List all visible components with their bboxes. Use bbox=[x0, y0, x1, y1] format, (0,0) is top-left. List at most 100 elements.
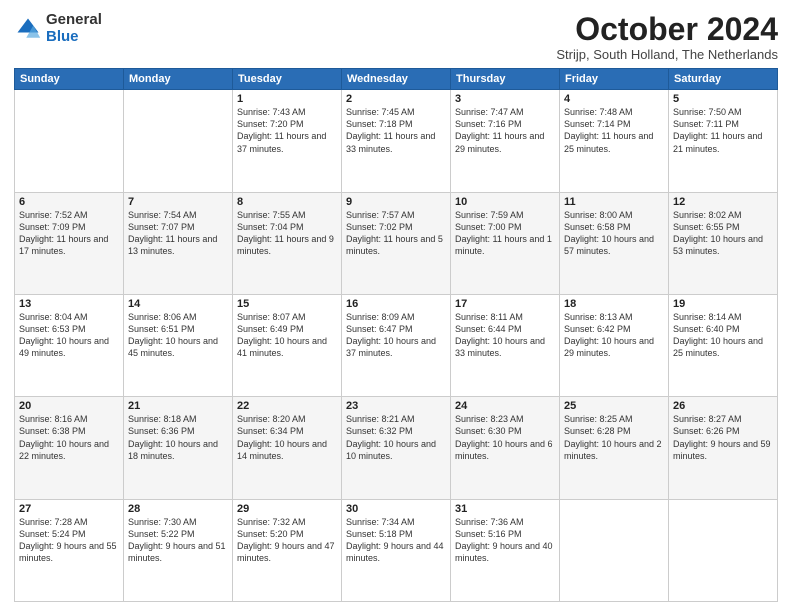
logo: General Blue bbox=[14, 12, 102, 45]
day-info: Sunrise: 7:57 AMSunset: 7:02 PMDaylight:… bbox=[346, 209, 446, 258]
weekday-header-friday: Friday bbox=[560, 69, 669, 90]
weekday-header-monday: Monday bbox=[124, 69, 233, 90]
daylight-text: Daylight: 10 hours and 6 minutes. bbox=[455, 438, 555, 462]
daylight-text: Daylight: 9 hours and 51 minutes. bbox=[128, 540, 228, 564]
sunset-text: Sunset: 7:20 PM bbox=[237, 118, 337, 130]
sunset-text: Sunset: 6:58 PM bbox=[564, 221, 664, 233]
sunrise-text: Sunrise: 7:32 AM bbox=[237, 516, 337, 528]
day-number: 1 bbox=[237, 93, 337, 105]
daylight-text: Daylight: 10 hours and 22 minutes. bbox=[19, 438, 119, 462]
sunrise-text: Sunrise: 8:20 AM bbox=[237, 413, 337, 425]
calendar-table: SundayMondayTuesdayWednesdayThursdayFrid… bbox=[14, 68, 778, 602]
daylight-text: Daylight: 10 hours and 25 minutes. bbox=[673, 335, 773, 359]
day-info: Sunrise: 7:59 AMSunset: 7:00 PMDaylight:… bbox=[455, 209, 555, 258]
day-info: Sunrise: 8:14 AMSunset: 6:40 PMDaylight:… bbox=[673, 311, 773, 360]
daylight-text: Daylight: 9 hours and 55 minutes. bbox=[19, 540, 119, 564]
day-info: Sunrise: 7:50 AMSunset: 7:11 PMDaylight:… bbox=[673, 106, 773, 155]
day-number: 7 bbox=[128, 196, 228, 208]
day-number: 5 bbox=[673, 93, 773, 105]
daylight-text: Daylight: 10 hours and 41 minutes. bbox=[237, 335, 337, 359]
day-info: Sunrise: 8:02 AMSunset: 6:55 PMDaylight:… bbox=[673, 209, 773, 258]
calendar-cell bbox=[560, 499, 669, 601]
day-number: 31 bbox=[455, 503, 555, 515]
day-info: Sunrise: 8:13 AMSunset: 6:42 PMDaylight:… bbox=[564, 311, 664, 360]
day-info: Sunrise: 8:00 AMSunset: 6:58 PMDaylight:… bbox=[564, 209, 664, 258]
daylight-text: Daylight: 11 hours and 17 minutes. bbox=[19, 233, 119, 257]
sunset-text: Sunset: 7:14 PM bbox=[564, 118, 664, 130]
calendar-cell: 16Sunrise: 8:09 AMSunset: 6:47 PMDayligh… bbox=[342, 294, 451, 396]
calendar-cell: 7Sunrise: 7:54 AMSunset: 7:07 PMDaylight… bbox=[124, 192, 233, 294]
day-info: Sunrise: 7:34 AMSunset: 5:18 PMDaylight:… bbox=[346, 516, 446, 565]
sunset-text: Sunset: 5:24 PM bbox=[19, 528, 119, 540]
calendar-cell: 1Sunrise: 7:43 AMSunset: 7:20 PMDaylight… bbox=[233, 90, 342, 192]
sunrise-text: Sunrise: 8:11 AM bbox=[455, 311, 555, 323]
day-number: 22 bbox=[237, 400, 337, 412]
calendar-week-row: 27Sunrise: 7:28 AMSunset: 5:24 PMDayligh… bbox=[15, 499, 778, 601]
day-number: 19 bbox=[673, 298, 773, 310]
sunset-text: Sunset: 6:51 PM bbox=[128, 323, 228, 335]
daylight-text: Daylight: 11 hours and 25 minutes. bbox=[564, 130, 664, 154]
calendar-cell: 30Sunrise: 7:34 AMSunset: 5:18 PMDayligh… bbox=[342, 499, 451, 601]
sunrise-text: Sunrise: 8:06 AM bbox=[128, 311, 228, 323]
calendar-cell: 23Sunrise: 8:21 AMSunset: 6:32 PMDayligh… bbox=[342, 397, 451, 499]
sunset-text: Sunset: 7:18 PM bbox=[346, 118, 446, 130]
day-number: 20 bbox=[19, 400, 119, 412]
sunset-text: Sunset: 6:55 PM bbox=[673, 221, 773, 233]
sunset-text: Sunset: 6:40 PM bbox=[673, 323, 773, 335]
day-number: 8 bbox=[237, 196, 337, 208]
daylight-text: Daylight: 10 hours and 2 minutes. bbox=[564, 438, 664, 462]
sunset-text: Sunset: 5:22 PM bbox=[128, 528, 228, 540]
calendar-cell: 19Sunrise: 8:14 AMSunset: 6:40 PMDayligh… bbox=[669, 294, 778, 396]
calendar-cell: 24Sunrise: 8:23 AMSunset: 6:30 PMDayligh… bbox=[451, 397, 560, 499]
month-title: October 2024 bbox=[556, 12, 778, 47]
daylight-text: Daylight: 10 hours and 10 minutes. bbox=[346, 438, 446, 462]
daylight-text: Daylight: 11 hours and 21 minutes. bbox=[673, 130, 773, 154]
day-number: 17 bbox=[455, 298, 555, 310]
sunset-text: Sunset: 5:16 PM bbox=[455, 528, 555, 540]
day-number: 21 bbox=[128, 400, 228, 412]
sunrise-text: Sunrise: 7:43 AM bbox=[237, 106, 337, 118]
day-info: Sunrise: 8:21 AMSunset: 6:32 PMDaylight:… bbox=[346, 413, 446, 462]
daylight-text: Daylight: 10 hours and 37 minutes. bbox=[346, 335, 446, 359]
sunrise-text: Sunrise: 7:59 AM bbox=[455, 209, 555, 221]
sunrise-text: Sunrise: 8:23 AM bbox=[455, 413, 555, 425]
sunset-text: Sunset: 6:32 PM bbox=[346, 425, 446, 437]
calendar-cell: 11Sunrise: 8:00 AMSunset: 6:58 PMDayligh… bbox=[560, 192, 669, 294]
day-info: Sunrise: 8:27 AMSunset: 6:26 PMDaylight:… bbox=[673, 413, 773, 462]
day-info: Sunrise: 7:48 AMSunset: 7:14 PMDaylight:… bbox=[564, 106, 664, 155]
daylight-text: Daylight: 9 hours and 40 minutes. bbox=[455, 540, 555, 564]
weekday-header-thursday: Thursday bbox=[451, 69, 560, 90]
page: General Blue October 2024 Strijp, South … bbox=[0, 0, 792, 612]
daylight-text: Daylight: 10 hours and 57 minutes. bbox=[564, 233, 664, 257]
sunset-text: Sunset: 7:09 PM bbox=[19, 221, 119, 233]
sunrise-text: Sunrise: 8:18 AM bbox=[128, 413, 228, 425]
daylight-text: Daylight: 10 hours and 53 minutes. bbox=[673, 233, 773, 257]
day-number: 12 bbox=[673, 196, 773, 208]
daylight-text: Daylight: 9 hours and 59 minutes. bbox=[673, 438, 773, 462]
location: Strijp, South Holland, The Netherlands bbox=[556, 47, 778, 62]
day-number: 18 bbox=[564, 298, 664, 310]
sunset-text: Sunset: 7:07 PM bbox=[128, 221, 228, 233]
sunset-text: Sunset: 6:42 PM bbox=[564, 323, 664, 335]
day-info: Sunrise: 7:32 AMSunset: 5:20 PMDaylight:… bbox=[237, 516, 337, 565]
day-info: Sunrise: 8:04 AMSunset: 6:53 PMDaylight:… bbox=[19, 311, 119, 360]
day-info: Sunrise: 7:47 AMSunset: 7:16 PMDaylight:… bbox=[455, 106, 555, 155]
weekday-header-row: SundayMondayTuesdayWednesdayThursdayFrid… bbox=[15, 69, 778, 90]
day-info: Sunrise: 7:55 AMSunset: 7:04 PMDaylight:… bbox=[237, 209, 337, 258]
day-info: Sunrise: 8:07 AMSunset: 6:49 PMDaylight:… bbox=[237, 311, 337, 360]
day-info: Sunrise: 8:25 AMSunset: 6:28 PMDaylight:… bbox=[564, 413, 664, 462]
sunrise-text: Sunrise: 7:45 AM bbox=[346, 106, 446, 118]
sunrise-text: Sunrise: 7:47 AM bbox=[455, 106, 555, 118]
day-number: 4 bbox=[564, 93, 664, 105]
calendar-cell: 28Sunrise: 7:30 AMSunset: 5:22 PMDayligh… bbox=[124, 499, 233, 601]
day-number: 25 bbox=[564, 400, 664, 412]
sunset-text: Sunset: 6:28 PM bbox=[564, 425, 664, 437]
sunset-text: Sunset: 6:49 PM bbox=[237, 323, 337, 335]
day-number: 14 bbox=[128, 298, 228, 310]
sunrise-text: Sunrise: 8:04 AM bbox=[19, 311, 119, 323]
sunset-text: Sunset: 6:47 PM bbox=[346, 323, 446, 335]
sunrise-text: Sunrise: 8:07 AM bbox=[237, 311, 337, 323]
sunrise-text: Sunrise: 7:55 AM bbox=[237, 209, 337, 221]
calendar-week-row: 13Sunrise: 8:04 AMSunset: 6:53 PMDayligh… bbox=[15, 294, 778, 396]
day-number: 13 bbox=[19, 298, 119, 310]
